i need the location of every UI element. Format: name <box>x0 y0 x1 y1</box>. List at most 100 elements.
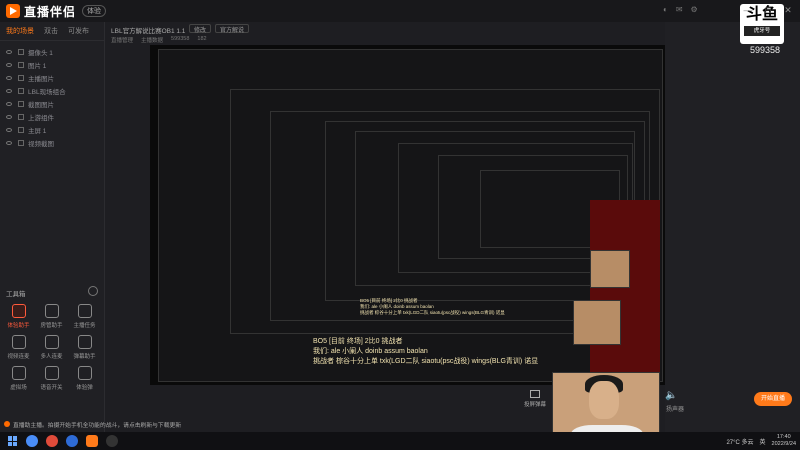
group-icon <box>44 335 59 349</box>
checkbox[interactable] <box>18 74 24 81</box>
fans-count: 182 <box>197 36 207 42</box>
tool-button[interactable]: 体验弹 <box>68 366 101 391</box>
tool-button[interactable]: 体验助手 <box>2 304 35 329</box>
livestream-app-icon[interactable] <box>86 435 98 447</box>
checkbox[interactable] <box>18 100 24 107</box>
tool-button[interactable]: 语音开关 <box>35 366 68 391</box>
speaker-icon[interactable]: 🔈 <box>665 390 677 401</box>
game-icon[interactable] <box>106 435 118 447</box>
scene-item[interactable]: 图片 1 <box>0 58 104 71</box>
tool-button[interactable]: 房管助手 <box>35 304 68 329</box>
eye-icon[interactable] <box>6 114 12 119</box>
eye-icon[interactable] <box>6 101 12 106</box>
version-badge[interactable]: 体验 <box>82 5 107 17</box>
left-panel: 我的场景 双击 可发布 摄像头 1 图片 1 主播图片 LBL现场组合 截图图片… <box>0 22 105 432</box>
scene-item[interactable]: 视频截图 <box>0 136 104 149</box>
logo-subtitle: 虎牙号 <box>744 26 780 36</box>
right-panel <box>665 22 800 432</box>
speaker-label: 扬声器 <box>666 407 685 413</box>
cast-button[interactable]: 投屏弹幕 <box>520 390 550 408</box>
tab-publish[interactable]: 可发布 <box>68 26 89 36</box>
scene-list: 摄像头 1 图片 1 主播图片 LBL现场组合 截图图片 上游组件 主屏 1 视… <box>0 41 104 153</box>
eye-icon[interactable] <box>6 88 12 93</box>
edit-button[interactable]: 修改 <box>189 24 212 34</box>
scene-icon <box>11 366 26 380</box>
scene-tabs: 我的场景 双击 可发布 <box>0 22 104 41</box>
close-button[interactable]: ✕ <box>782 5 794 16</box>
room-id: 599358 <box>750 45 781 55</box>
eye-icon[interactable] <box>6 127 12 132</box>
calendar-icon <box>77 366 92 380</box>
webcam-thumbnail <box>573 300 621 345</box>
start-live-button[interactable]: 开始直播 <box>754 392 792 406</box>
tool-button[interactable]: 虚拟场 <box>2 366 35 391</box>
checkbox[interactable] <box>18 126 24 133</box>
video-icon <box>11 335 26 349</box>
user-icon <box>44 304 59 318</box>
windows-start-icon[interactable] <box>8 436 18 446</box>
tool-button[interactable]: 弹幕助手 <box>68 335 101 360</box>
info-icon <box>4 421 10 427</box>
eye-icon[interactable] <box>6 62 12 67</box>
play-icon <box>6 4 20 18</box>
weather[interactable]: 27°C 多云 <box>726 437 753 446</box>
scene-item[interactable]: 摄像头 1 <box>0 45 104 58</box>
scene-item[interactable]: LBL现场组合 <box>0 84 104 97</box>
window-icons: ◐ ✉ ⚙ <box>663 5 698 14</box>
scene-item[interactable]: 截图图片 <box>0 97 104 110</box>
eye-icon[interactable] <box>6 49 12 54</box>
download-icon <box>44 366 59 380</box>
chat-icon <box>77 335 92 349</box>
checkbox[interactable] <box>18 139 24 146</box>
gift-icon <box>11 304 26 318</box>
mail-icon[interactable]: ✉ <box>676 5 683 14</box>
notice-bar: 直播助主播。拍摄开始手机全功能的战斗，请点击刷新与下载更新 <box>0 418 430 430</box>
category-button[interactable]: 官方解说 <box>215 24 250 34</box>
audio-controls: 🔈 <box>665 390 677 401</box>
cast-icon <box>530 390 540 398</box>
minimize-button[interactable]: — <box>742 5 754 16</box>
checkbox[interactable] <box>18 87 24 94</box>
explorer-icon[interactable] <box>66 435 78 447</box>
browser-icon[interactable] <box>46 435 58 447</box>
app-window: 直播伴侣 体验 我的场景 双击 可发布 摄像头 1 图片 1 主播图片 LBL现… <box>0 0 800 432</box>
skin-icon[interactable]: ◐ <box>663 5 668 14</box>
clock[interactable]: 17:40 2022/9/24 <box>772 434 796 448</box>
tool-button[interactable]: 多人连麦 <box>35 335 68 360</box>
data-link[interactable]: 主播数据 <box>141 36 163 44</box>
system-tray: 27°C 多云 英 17:40 2022/9/24 <box>726 434 796 448</box>
app-logo: 直播伴侣 体验 <box>6 3 107 20</box>
toolbox-title: 工具箱 <box>6 291 26 298</box>
eye-icon[interactable] <box>6 75 12 80</box>
tab-my-scenes[interactable]: 我的场景 <box>6 26 34 36</box>
overlay-line: BO5 [目前 终场] 2比0 挑战者 <box>313 338 403 345</box>
tab-double[interactable]: 双击 <box>44 26 58 36</box>
checkbox[interactable] <box>18 113 24 120</box>
overlay-line: 我们: ale 小阑人 doinb assum baolan <box>313 348 428 355</box>
window-controls: — □ ✕ <box>742 5 794 16</box>
app-name: 直播伴侣 <box>24 4 77 19</box>
checkbox[interactable] <box>18 61 24 68</box>
toolbox-grid: 体验助手 房管助手 主播任务 视频连麦 多人连麦 弹幕助手 虚拟场 语音开关 体… <box>2 304 102 391</box>
tool-button[interactable]: 视频连麦 <box>2 335 35 360</box>
room-meta: 直播管理 主播数据 599358 182 <box>111 36 207 44</box>
more-icon[interactable] <box>88 286 98 296</box>
chrome-icon[interactable] <box>26 435 38 447</box>
task-icon <box>77 304 92 318</box>
room-number: 599358 <box>171 36 190 42</box>
scene-item[interactable]: 主屏 1 <box>0 123 104 136</box>
checkbox[interactable] <box>18 48 24 55</box>
lang-indicator[interactable]: 英 <box>760 437 766 446</box>
overlay-line: 挑战者 棕谷十分上单 txk(LGD二队 siaotu(psc战役) wings… <box>313 358 539 365</box>
nested-overlay-text: BO5 [目前 终场] 2比0 挑战者 我们: ale 小阑人 doinb as… <box>360 298 505 315</box>
scene-item[interactable]: 主播图片 <box>0 71 104 84</box>
tool-button[interactable]: 主播任务 <box>68 304 101 329</box>
manage-link[interactable]: 直播管理 <box>111 36 133 44</box>
settings-icon[interactable]: ⚙ <box>691 5 698 14</box>
match-overlay-text: BO5 [目前 终场] 2比0 挑战者 我们: ale 小阑人 doinb as… <box>313 337 538 367</box>
taskbar: 27°C 多云 英 17:40 2022/9/24 <box>0 432 800 450</box>
eye-icon[interactable] <box>6 140 12 145</box>
scene-item[interactable]: 上游组件 <box>0 110 104 123</box>
room-title: LBL官方解说比赛OB1 1.1 <box>111 28 186 35</box>
maximize-button[interactable]: □ <box>762 5 774 16</box>
